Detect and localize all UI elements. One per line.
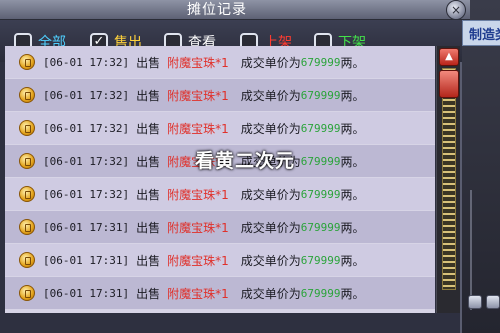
gold-coin-icon — [19, 54, 35, 70]
record-row[interactable]: [06-01 17:31] 出售 附魔宝珠*1 成交单价为 679999 两。 — [5, 244, 435, 276]
record-currency-unit: 两。 — [340, 220, 365, 235]
record-timestamp: [06-01 17:32] — [43, 55, 130, 69]
record-price-label: 成交单价为 — [240, 55, 301, 70]
gold-coin-icon — [19, 120, 35, 136]
record-row[interactable]: [06-01 17:31] 出售 附魔宝珠*1 成交单价为 679999 两。 — [5, 277, 435, 309]
gold-coin-icon — [19, 87, 35, 103]
record-action: 出售 — [136, 187, 161, 202]
record-price: 679999 — [300, 121, 341, 135]
close-button[interactable]: × — [446, 0, 466, 20]
record-price: 679999 — [300, 55, 341, 69]
scroll-up-button[interactable]: ▲ — [439, 48, 459, 66]
record-price: 679999 — [300, 220, 341, 234]
record-price-label: 成交单价为 — [240, 121, 301, 136]
title-bar: 摊位记录 × — [0, 0, 470, 20]
record-price-label: 成交单价为 — [240, 220, 301, 235]
record-price-label: 成交单价为 — [240, 286, 301, 301]
record-price-label: 成交单价为 — [240, 253, 301, 268]
record-timestamp: [06-01 17:32] — [43, 187, 130, 201]
record-action: 出售 — [136, 121, 161, 136]
window-title: 摊位记录 — [187, 2, 247, 18]
record-price-label: 成交单价为 — [240, 88, 301, 103]
record-row[interactable]: [06-01 17:32] 出售 附魔宝珠*1 成交单价为 679999 两。 — [5, 46, 435, 78]
record-timestamp: [06-01 17:31] — [43, 220, 130, 234]
record-currency-unit: 两。 — [340, 55, 365, 70]
side-tab[interactable]: 制造类 — [462, 20, 500, 46]
record-item-name: 附魔宝珠*1 — [167, 121, 229, 136]
record-timestamp: [06-01 17:31] — [43, 286, 130, 300]
record-row[interactable]: [06-01 17:32] 出售 附魔宝珠*1 成交单价为 679999 两。 — [5, 79, 435, 111]
scroll-track[interactable] — [442, 68, 456, 290]
record-timestamp: [06-01 17:31] — [43, 253, 130, 267]
record-currency-unit: 两。 — [340, 253, 365, 268]
record-item-name: 附魔宝珠*1 — [167, 88, 229, 103]
record-price: 679999 — [300, 154, 341, 168]
record-timestamp: [06-01 17:32] — [43, 121, 130, 135]
record-timestamp: [06-01 17:32] — [43, 154, 130, 168]
record-action: 出售 — [136, 220, 161, 235]
gold-coin-icon — [19, 252, 35, 268]
record-action: 出售 — [136, 286, 161, 301]
record-item-name: 附魔宝珠*1 — [167, 253, 229, 268]
record-currency-unit: 两。 — [340, 286, 365, 301]
record-currency-unit: 两。 — [340, 121, 365, 136]
corner-button-2[interactable] — [486, 295, 500, 309]
gold-coin-icon — [19, 285, 35, 301]
gold-coin-icon — [19, 219, 35, 235]
record-currency-unit: 两。 — [340, 187, 365, 202]
gold-coin-icon — [19, 153, 35, 169]
record-price: 679999 — [300, 187, 341, 201]
record-item-name: 附魔宝珠*1 — [167, 187, 229, 202]
record-row[interactable]: [06-01 17:32] 出售 附魔宝珠*1 成交单价为 679999 两。 — [5, 178, 435, 210]
record-price-label: 成交单价为 — [240, 187, 301, 202]
record-row[interactable]: [06-01 17:31] 出售 附魔宝珠*1 成交单价为 679999 两。 — [5, 211, 435, 243]
record-action: 出售 — [136, 55, 161, 70]
scroll-thumb[interactable] — [439, 70, 459, 98]
gold-coin-icon — [19, 186, 35, 202]
background-divider — [470, 190, 472, 310]
record-currency-unit: 两。 — [340, 88, 365, 103]
record-item-name: 附魔宝珠*1 — [167, 220, 229, 235]
record-item-name: 附魔宝珠*1 — [167, 55, 229, 70]
record-currency-unit: 两。 — [340, 154, 365, 169]
record-action: 出售 — [136, 253, 161, 268]
record-action: 出售 — [136, 88, 161, 103]
corner-button[interactable] — [468, 295, 482, 309]
record-timestamp: [06-01 17:32] — [43, 88, 130, 102]
record-price: 679999 — [300, 88, 341, 102]
record-row[interactable]: [06-01 17:32] 出售 附魔宝珠*1 成交单价为 679999 两。 — [5, 112, 435, 144]
record-action: 出售 — [136, 154, 161, 169]
record-list: [06-01 17:32] 出售 附魔宝珠*1 成交单价为 679999 两。 [06-01… — [5, 46, 435, 313]
scrollbar[interactable]: ▲ — [436, 46, 460, 313]
record-price: 679999 — [300, 286, 341, 300]
record-item-name: 附魔宝珠*1 — [167, 286, 229, 301]
record-price: 679999 — [300, 253, 341, 267]
watermark: 看黄二次元 — [195, 150, 296, 172]
